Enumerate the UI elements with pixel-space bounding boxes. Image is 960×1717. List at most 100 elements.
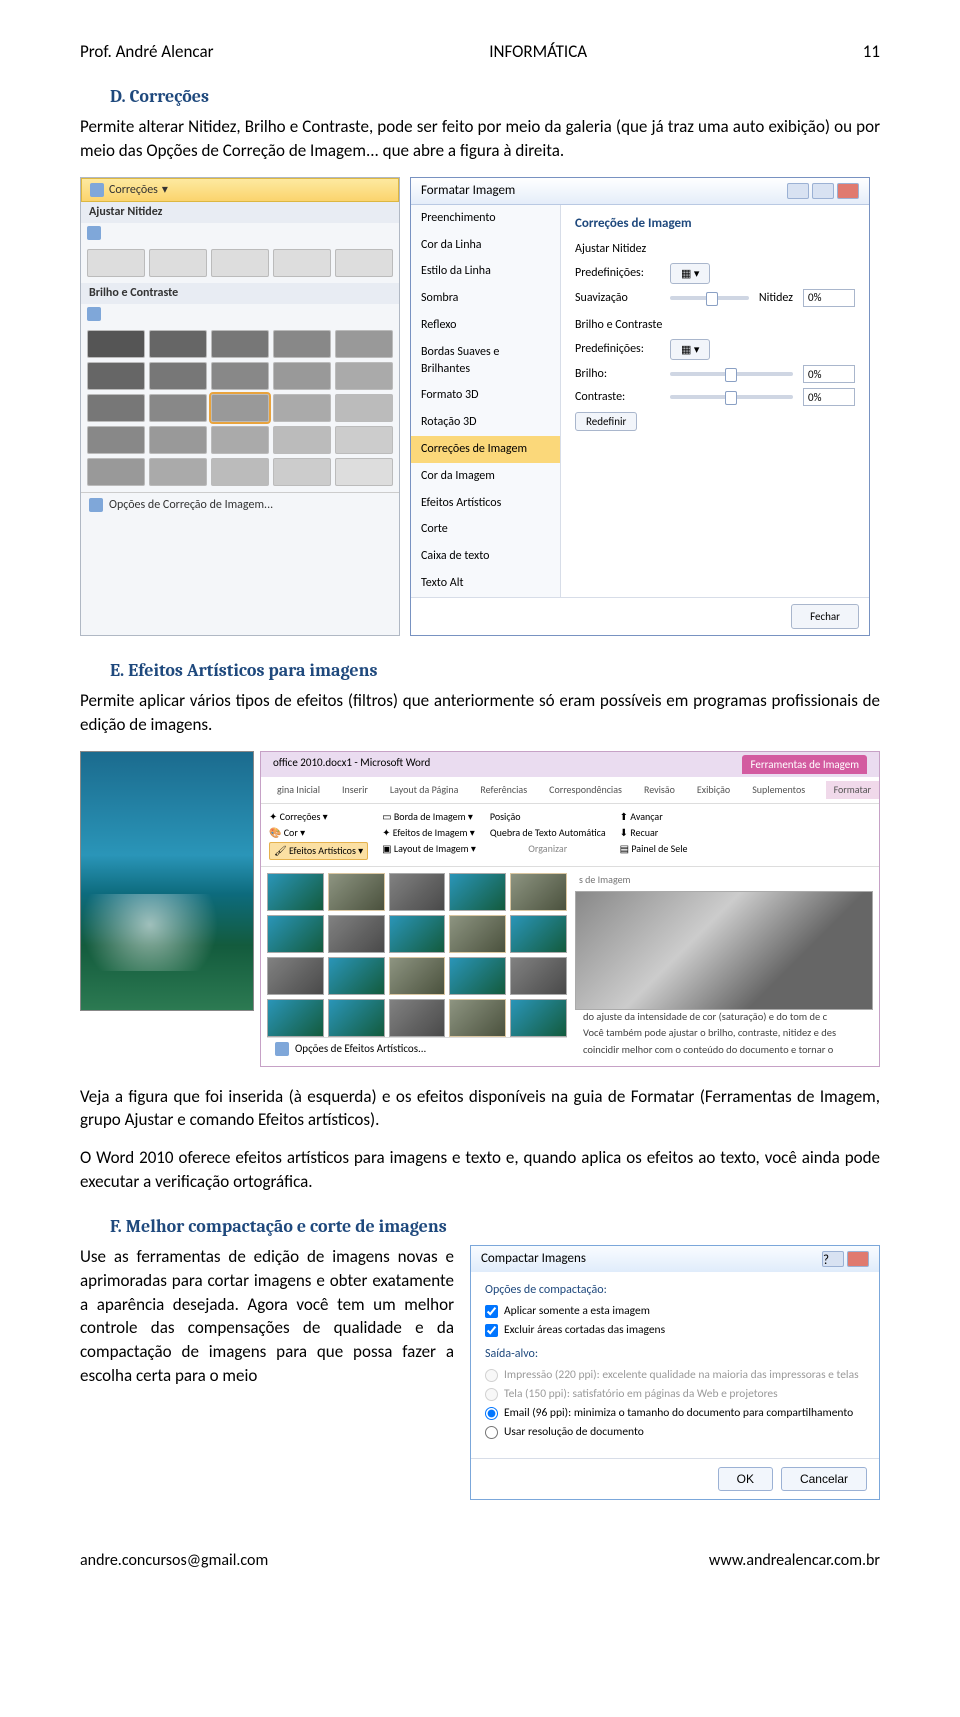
bc-presets-dropdown[interactable]: ▦ ▾ <box>670 339 710 360</box>
ribbon-tab[interactable]: Inserir <box>334 781 376 799</box>
cancel-button[interactable]: Cancelar <box>781 1467 867 1491</box>
radio-print-220[interactable]: Impressão (220 ppi): excelente qualidade… <box>485 1367 865 1383</box>
thumb-item[interactable] <box>273 330 331 358</box>
sharpness-slider[interactable] <box>670 296 749 300</box>
contrast-spinner[interactable]: 0% <box>803 388 855 406</box>
thumb-item[interactable] <box>273 458 331 486</box>
thumb-item[interactable] <box>149 394 207 422</box>
art-thumb[interactable] <box>267 999 324 1037</box>
dialog-nav-item[interactable]: Preenchimento <box>411 205 560 232</box>
dialog-nav-item[interactable]: Cor da Imagem <box>411 463 560 490</box>
thumb-item[interactable] <box>273 249 331 277</box>
thumb-item[interactable] <box>87 362 145 390</box>
chk-delete-cropped[interactable]: Excluir áreas cortadas das imagens <box>485 1322 865 1338</box>
cmd-recuar[interactable]: ⬇ Recuar <box>620 826 688 840</box>
dialog-nav-item[interactable]: Caixa de texto <box>411 543 560 570</box>
dialog-nav-item[interactable]: Corte <box>411 516 560 543</box>
radio-email-96[interactable]: Email (96 ppi): minimiza o tamanho do do… <box>485 1405 865 1421</box>
art-thumb[interactable] <box>449 873 506 911</box>
dialog-nav-item[interactable]: Reflexo <box>411 312 560 339</box>
ribbon-tab[interactable]: gina Inicial <box>269 781 328 799</box>
art-thumb[interactable] <box>510 873 567 911</box>
art-thumb[interactable] <box>267 873 324 911</box>
contrast-slider[interactable] <box>670 395 793 399</box>
cmd-avancar[interactable]: ⬆ Avançar <box>620 810 688 824</box>
ok-button[interactable]: OK <box>718 1467 773 1491</box>
dialog-close-button[interactable]: Fechar <box>791 604 859 629</box>
dialog-nav-item[interactable]: Rotação 3D <box>411 409 560 436</box>
thumb-item[interactable] <box>211 330 269 358</box>
ribbon-tab[interactable]: Revisão <box>636 781 683 799</box>
dialog-nav-item[interactable]: Sombra <box>411 285 560 312</box>
corrections-options-link[interactable]: Opções de Correção de Imagem... <box>81 492 399 518</box>
art-thumb[interactable] <box>510 957 567 995</box>
sharpness-spinner[interactable]: 0% <box>803 289 855 307</box>
thumb-item[interactable] <box>273 426 331 454</box>
art-thumb[interactable] <box>449 999 506 1037</box>
picture-tools-tab[interactable]: Ferramentas de Imagem <box>742 755 867 774</box>
art-thumb[interactable] <box>389 915 446 953</box>
thumb-item[interactable] <box>149 458 207 486</box>
dialog-nav-item[interactable]: Efeitos Artísticos <box>411 490 560 517</box>
thumb-item[interactable] <box>87 458 145 486</box>
thumb-item[interactable] <box>211 426 269 454</box>
ribbon-tab[interactable]: Referências <box>472 781 535 799</box>
thumb-item[interactable] <box>211 362 269 390</box>
thumb-item[interactable] <box>211 249 269 277</box>
art-thumb[interactable] <box>328 999 385 1037</box>
thumb-item[interactable] <box>149 426 207 454</box>
thumb-item[interactable] <box>273 394 331 422</box>
thumb-item[interactable] <box>335 249 393 277</box>
art-thumb[interactable] <box>510 999 567 1037</box>
dialog-nav-item[interactable]: Formato 3D <box>411 382 560 409</box>
thumb-item[interactable] <box>149 362 207 390</box>
thumb-item[interactable] <box>335 394 393 422</box>
artistic-options-link[interactable]: Opções de Efeitos Artísticos... <box>267 1037 567 1059</box>
thumb-item[interactable] <box>335 458 393 486</box>
ribbon-tab[interactable]: Layout da Página <box>382 781 466 799</box>
cmd-efeitos-artisticos[interactable]: 🖌 Efeitos Artísticos ▾ <box>269 842 368 860</box>
thumb-item[interactable] <box>211 458 269 486</box>
art-thumb[interactable] <box>449 957 506 995</box>
thumb-item[interactable] <box>335 362 393 390</box>
ribbon-tab[interactable]: Exibição <box>689 781 738 799</box>
radio-doc-resolution[interactable]: Usar resolução de documento <box>485 1424 865 1440</box>
cmd-cor[interactable]: 🎨 Cor ▾ <box>269 826 368 840</box>
dialog-nav-item[interactable]: Texto Alt <box>411 570 560 597</box>
brightness-slider[interactable] <box>670 372 793 376</box>
close-button[interactable] <box>837 183 859 199</box>
art-thumb[interactable] <box>267 915 324 953</box>
thumb-item[interactable] <box>87 394 145 422</box>
cmd-borda-imagem[interactable]: ▭ Borda de Imagem ▾ <box>382 810 476 824</box>
thumb-item[interactable] <box>87 249 145 277</box>
art-thumb[interactable] <box>389 873 446 911</box>
cmd-correcoes[interactable]: ✦ Correções ▾ <box>269 810 368 824</box>
thumb-item[interactable] <box>335 330 393 358</box>
chk-apply-this-image[interactable]: Aplicar somente a esta imagem <box>485 1303 865 1319</box>
brightness-spinner[interactable]: 0% <box>803 365 855 383</box>
sharpness-presets-dropdown[interactable]: ▦ ▾ <box>670 263 710 284</box>
thumb-item[interactable] <box>335 426 393 454</box>
art-thumb[interactable] <box>510 915 567 953</box>
art-thumb[interactable] <box>328 915 385 953</box>
art-thumb[interactable] <box>328 957 385 995</box>
art-thumb[interactable] <box>389 957 446 995</box>
art-thumb[interactable] <box>267 957 324 995</box>
format-subtab[interactable]: Formatar <box>826 781 879 799</box>
help-button[interactable]: ? <box>822 1251 844 1267</box>
ribbon-tab[interactable]: Suplementos <box>744 781 813 799</box>
art-thumb[interactable] <box>328 873 385 911</box>
cmd-posicao[interactable]: Posição <box>490 810 606 824</box>
radio-screen-150[interactable]: Tela (150 ppi): satisfatório em páginas … <box>485 1386 865 1402</box>
cmd-quebra-texto[interactable]: Quebra de Texto Automática <box>490 826 606 840</box>
cmd-layout-imagem[interactable]: ▣ Layout de Imagem ▾ <box>382 842 476 856</box>
cmd-efeitos-imagem[interactable]: ✦ Efeitos de Imagem ▾ <box>382 826 476 840</box>
ribbon-tab[interactable]: Correspondências <box>541 781 630 799</box>
art-thumb[interactable] <box>389 999 446 1037</box>
dialog-nav-item[interactable]: Bordas Suaves e Brilhantes <box>411 339 560 383</box>
dialog-nav-item[interactable]: Estilo da Linha <box>411 258 560 285</box>
redefine-button[interactable]: Redefinir <box>575 412 637 431</box>
thumb-item[interactable] <box>149 249 207 277</box>
corrections-gallery-button[interactable]: Correções ▾ <box>81 178 399 203</box>
thumb-item[interactable] <box>87 426 145 454</box>
